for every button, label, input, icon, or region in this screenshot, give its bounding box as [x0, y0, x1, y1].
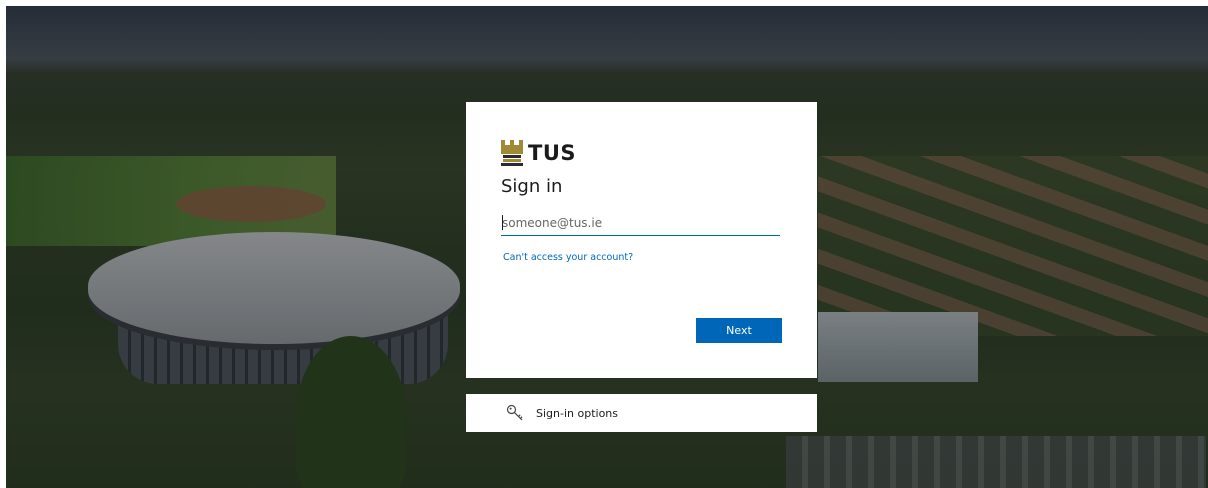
cant-access-account-link[interactable]: Can't access your account?	[503, 252, 633, 263]
email-input[interactable]	[501, 210, 780, 236]
key-icon	[506, 404, 524, 422]
signin-options-label: Sign-in options	[536, 406, 619, 420]
tus-tower-icon	[501, 140, 523, 166]
signin-card: TUS Sign in Can't access your account? N…	[466, 102, 817, 378]
brand-logo: TUS	[501, 138, 576, 168]
brand-name: TUS	[528, 141, 577, 165]
signin-options-button[interactable]: Sign-in options	[466, 394, 817, 432]
next-button[interactable]: Next	[696, 318, 782, 343]
login-page: TUS Sign in Can't access your account? N…	[6, 6, 1208, 488]
text-caret	[502, 215, 503, 230]
page-title: Sign in	[501, 176, 563, 197]
